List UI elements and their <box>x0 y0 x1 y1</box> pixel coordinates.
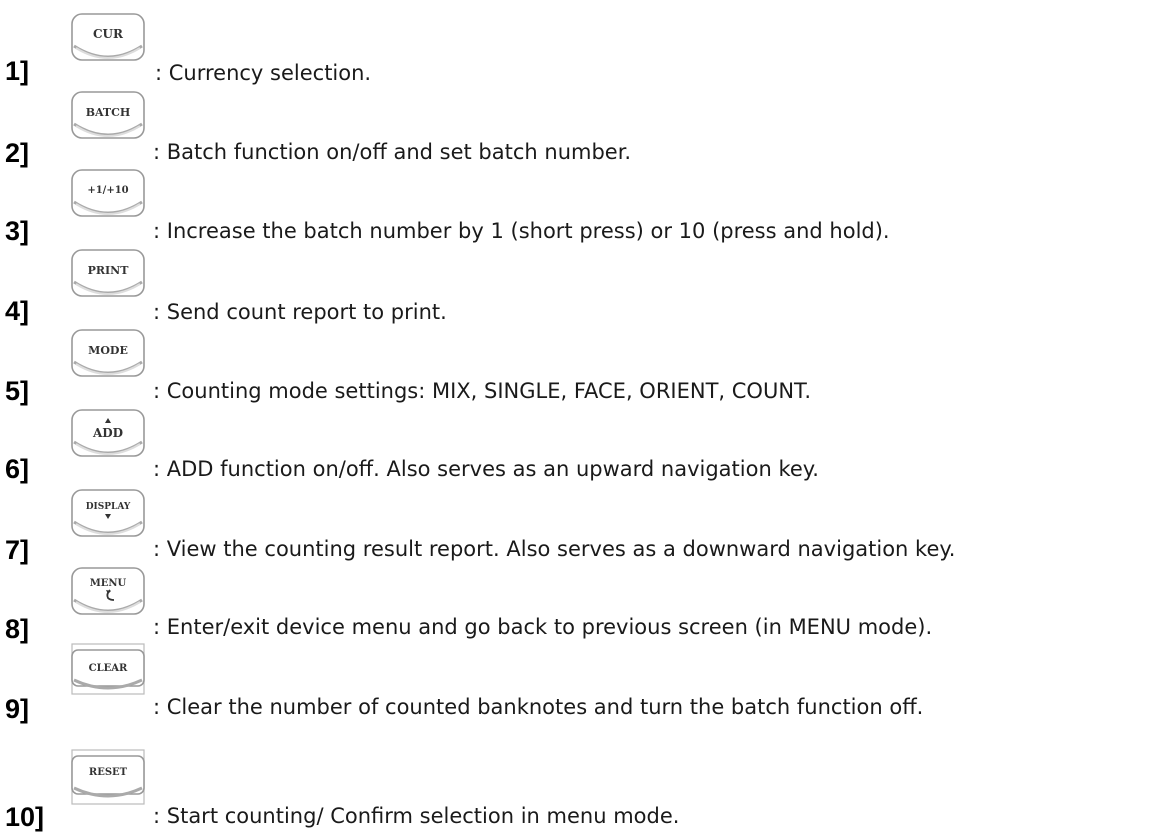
add-up-key-icon: ADD <box>68 406 148 468</box>
key-label: RESET <box>89 767 128 778</box>
key-label: CLEAR <box>89 663 128 674</box>
item-description: : Currency selection. <box>155 61 372 85</box>
list-item: 9] CLEAR : Clear the number of counted b… <box>0 634 1168 724</box>
key-label: MENU <box>90 578 127 589</box>
list-item: 2] BATCH : Batch function on/off and set… <box>0 88 1168 168</box>
clear-key-icon: CLEAR <box>68 638 148 700</box>
item-description: : Batch function on/off and set batch nu… <box>153 140 632 164</box>
plus-one-ten-key-icon: +1/+10 <box>68 166 148 228</box>
item-number: 2] <box>5 138 30 168</box>
cur-key-icon: CUR <box>68 10 148 72</box>
list-item: 5] MODE : Counting mode settings: MIX, S… <box>0 322 1168 406</box>
item-number: 3] <box>5 216 30 246</box>
key-label: DISPLAY <box>86 502 131 512</box>
display-down-key-icon: DISPLAY <box>68 486 148 548</box>
reset-key-icon: RESET <box>68 746 148 808</box>
list-item: 4] PRINT : Send count report to print. <box>0 244 1168 326</box>
list-item: 1] CUR : Currency selection. <box>0 10 1168 90</box>
key-label: BATCH <box>86 106 131 119</box>
list-item: 10] RESET : Start counting/ Confirm sele… <box>0 712 1168 832</box>
item-description: : Start counting/ Confirm selection in m… <box>153 804 680 828</box>
list-item: 7] DISPLAY : View the counting result re… <box>0 478 1168 565</box>
print-key-icon: PRINT <box>68 246 148 308</box>
key-label: PRINT <box>88 264 130 277</box>
key-label: MODE <box>88 344 128 357</box>
key-label: CUR <box>93 27 124 41</box>
item-number: 1] <box>5 56 30 86</box>
list-item: 3] +1/+10 : Increase the batch number by… <box>0 166 1168 246</box>
key-label: ADD <box>92 426 123 440</box>
batch-key-icon: BATCH <box>68 88 148 150</box>
menu-back-key-icon: MENU <box>68 564 148 626</box>
list-item: 6] ADD : ADD function on/off. Also serve… <box>0 400 1168 484</box>
key-label: +1/+10 <box>87 185 128 196</box>
item-description: : Send count report to print. <box>153 300 447 324</box>
list-item: 8] MENU : Enter/exit device menu and go … <box>0 556 1168 644</box>
mode-key-icon: MODE <box>68 326 148 388</box>
item-description: : Increase the batch number by 1 (short … <box>153 219 890 243</box>
item-number: 10] <box>5 802 45 832</box>
